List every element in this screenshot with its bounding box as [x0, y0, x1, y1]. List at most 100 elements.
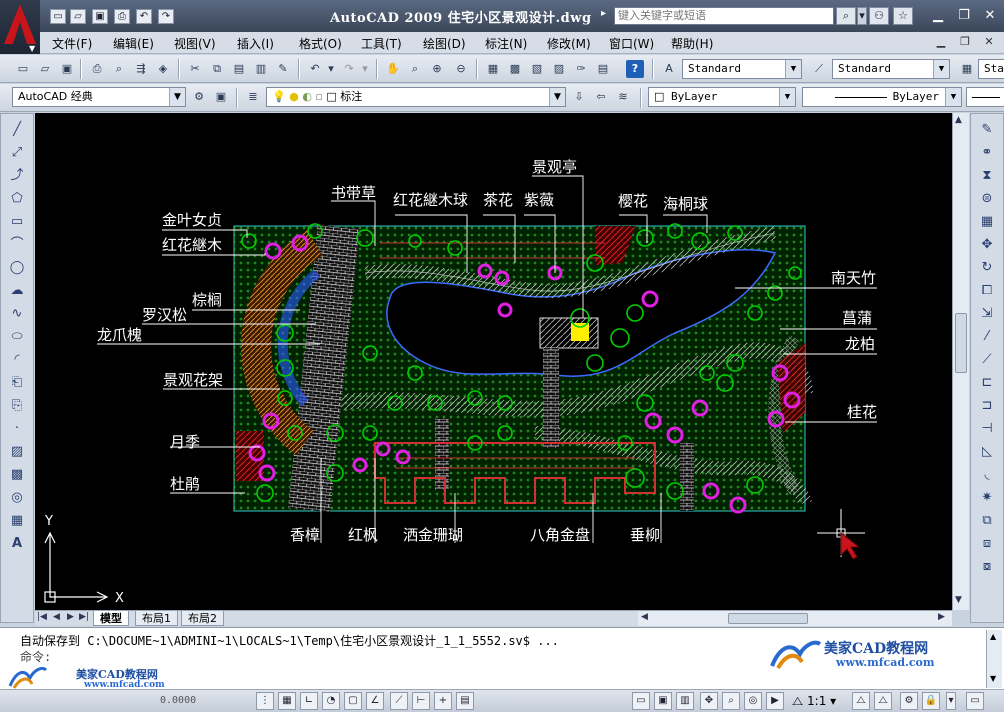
table-icon[interactable]: ▦ [7, 511, 27, 531]
menu-format[interactable]: 格式(O) [299, 35, 342, 52]
doc-minimize-button[interactable]: ▁ [933, 35, 949, 50]
draw-order-back-icon[interactable]: ⧇ [977, 557, 997, 577]
tab-layout1[interactable]: 布局1 [135, 611, 178, 626]
showmotion-icon[interactable]: ▶ [766, 692, 784, 710]
redo-dropdown-icon[interactable]: ▾ [360, 60, 370, 78]
save-icon[interactable]: ▣ [58, 60, 76, 78]
insert-block-icon[interactable]: ⎗ [7, 373, 27, 393]
trim-icon[interactable]: ⁄ [977, 327, 997, 347]
grid-display-icon[interactable]: ▦ [278, 692, 296, 710]
annotation-visibility-icon[interactable]: ⧍ [852, 692, 870, 710]
point-icon[interactable]: · [7, 419, 27, 439]
design-center-icon[interactable]: ▩ [506, 60, 524, 78]
search-dropdown-icon[interactable]: ▾ [857, 7, 867, 25]
ellipse-icon[interactable]: ⬭ [7, 327, 27, 347]
paste-icon[interactable]: ▤ [230, 60, 248, 78]
zoom-previous-icon[interactable]: ⊖ [452, 60, 470, 78]
arc-icon[interactable]: ⌒ [7, 235, 27, 255]
quick-view-drawings-icon[interactable]: ▥ [676, 692, 694, 710]
layer-select[interactable]: 💡 ● ◐ ▫ □ 标注 ▼ [266, 87, 566, 107]
search-icon[interactable]: ⌕ [836, 7, 856, 25]
lineweight-icon[interactable]: + [434, 692, 452, 710]
menu-file[interactable]: 文件(F) [52, 35, 92, 52]
scroll-right-icon[interactable]: ▶ [938, 612, 945, 622]
join-icon[interactable]: ⊣ [977, 419, 997, 439]
lineweight-select[interactable] [966, 87, 1004, 107]
object-snap-icon[interactable]: ▢ [344, 692, 362, 710]
layer-states-icon[interactable]: ≋ [614, 88, 632, 106]
publish-icon[interactable]: ⇶ [132, 60, 150, 78]
help-icon[interactable]: ? [626, 60, 644, 78]
otrack-icon[interactable]: ∠ [366, 692, 384, 710]
print-icon[interactable]: ⎙ [114, 9, 130, 24]
undo-icon[interactable]: ↶ [306, 60, 324, 78]
explode-icon[interactable]: ✷ [977, 488, 997, 508]
3d-dwf-icon[interactable]: ◈ [154, 60, 172, 78]
tab-last-icon[interactable]: ▶| [79, 612, 89, 622]
scroll-down-icon[interactable]: ▼ [955, 595, 962, 605]
properties-icon[interactable]: ▦ [484, 60, 502, 78]
zoom-window-icon[interactable]: ⊕ [428, 60, 446, 78]
polygon-icon[interactable]: ⬠ [7, 189, 27, 209]
model-space-icon[interactable]: ▭ [632, 692, 650, 710]
communication-center-icon[interactable]: ⚇ [869, 7, 889, 25]
layer-previous-icon[interactable]: ⇦ [592, 88, 610, 106]
tab-prev-icon[interactable]: ◀ [53, 612, 60, 622]
minimize-button[interactable]: ▁ [925, 6, 951, 26]
region-icon[interactable]: ◎ [7, 488, 27, 508]
scroll-up-icon[interactable]: ▲ [990, 632, 996, 641]
fillet-icon[interactable]: ◟ [977, 465, 997, 485]
gradient-icon[interactable]: ▩ [7, 465, 27, 485]
erase-icon[interactable]: ✎ [977, 120, 997, 140]
tab-first-icon[interactable]: |◀ [37, 612, 47, 622]
menu-modify[interactable]: 修改(M) [547, 35, 591, 52]
mirror-icon[interactable]: ⧗ [977, 166, 997, 186]
circle-icon[interactable]: ◯ [7, 258, 27, 278]
dynamic-input-icon[interactable]: ⊢ [412, 692, 430, 710]
status-menu-icon[interactable]: ▾ [946, 692, 956, 710]
make-current-layer-icon[interactable]: ⇩ [570, 88, 588, 106]
make-block-icon[interactable]: ⎘ [7, 396, 27, 416]
doc-close-button[interactable]: ✕ [981, 35, 997, 50]
move-icon[interactable]: ✥ [977, 235, 997, 255]
array-icon[interactable]: ▦ [977, 212, 997, 232]
markup-icon[interactable]: ✑ [572, 60, 590, 78]
layer-manager-icon[interactable]: ≣ [244, 88, 262, 106]
color-select[interactable]: □ ByLayer ▼ [648, 87, 796, 107]
command-scrollbar[interactable]: ▲ ▼ [986, 630, 1002, 688]
menu-window[interactable]: 窗口(W) [609, 35, 654, 52]
scroll-up-icon[interactable]: ▲ [955, 115, 962, 125]
tab-model[interactable]: 模型 [93, 611, 129, 626]
scroll-left-icon[interactable]: ◀ [641, 612, 648, 622]
menu-help[interactable]: 帮助(H) [671, 35, 713, 52]
help-search-input[interactable]: 键入关键字或短语 [614, 7, 834, 25]
new-icon[interactable]: ▭ [50, 9, 66, 24]
doc-restore-button[interactable]: ❐ [957, 35, 973, 50]
open-icon[interactable]: ▱ [36, 60, 54, 78]
redo-icon[interactable]: ↷ [158, 9, 174, 24]
dim-style-select[interactable]: Standard ▼ [832, 59, 950, 79]
horizontal-scroll-thumb[interactable] [728, 613, 808, 624]
quick-properties-icon[interactable]: ▤ [456, 692, 474, 710]
rotate-icon[interactable]: ↻ [977, 258, 997, 278]
draw-order-icon[interactable]: ⧉ [977, 511, 997, 531]
revision-cloud-icon[interactable]: ☁ [7, 281, 27, 301]
menu-view[interactable]: 视图(V) [174, 35, 216, 52]
table-style-select[interactable]: Sta [978, 59, 1004, 79]
command-window[interactable]: 自动保存到 C:\DOCUME~1\ADMINI~1\LOCALS~1\Temp… [0, 627, 1004, 690]
scale-icon[interactable]: ⧠ [977, 281, 997, 301]
stretch-icon[interactable]: ⇲ [977, 304, 997, 324]
dim-style-icon[interactable]: ⟋ [810, 60, 828, 78]
chamfer-icon[interactable]: ◺ [977, 442, 997, 462]
vertical-scroll-thumb[interactable] [955, 313, 967, 373]
new-icon[interactable]: ▭ [14, 60, 32, 78]
polar-tracking-icon[interactable]: ◔ [322, 692, 340, 710]
tab-layout2[interactable]: 布局2 [181, 611, 224, 626]
tab-next-icon[interactable]: ▶ [67, 612, 74, 622]
zoom-realtime-icon[interactable]: ⌕ [406, 60, 424, 78]
pan-realtime-icon[interactable]: ✋ [384, 60, 402, 78]
lock-icon[interactable]: 🔒 [922, 692, 940, 710]
workspace-switching-icon[interactable]: ⚙ [900, 692, 918, 710]
rectangle-icon[interactable]: ▭ [7, 212, 27, 232]
text-style-select[interactable]: Standard ▼ [682, 59, 802, 79]
